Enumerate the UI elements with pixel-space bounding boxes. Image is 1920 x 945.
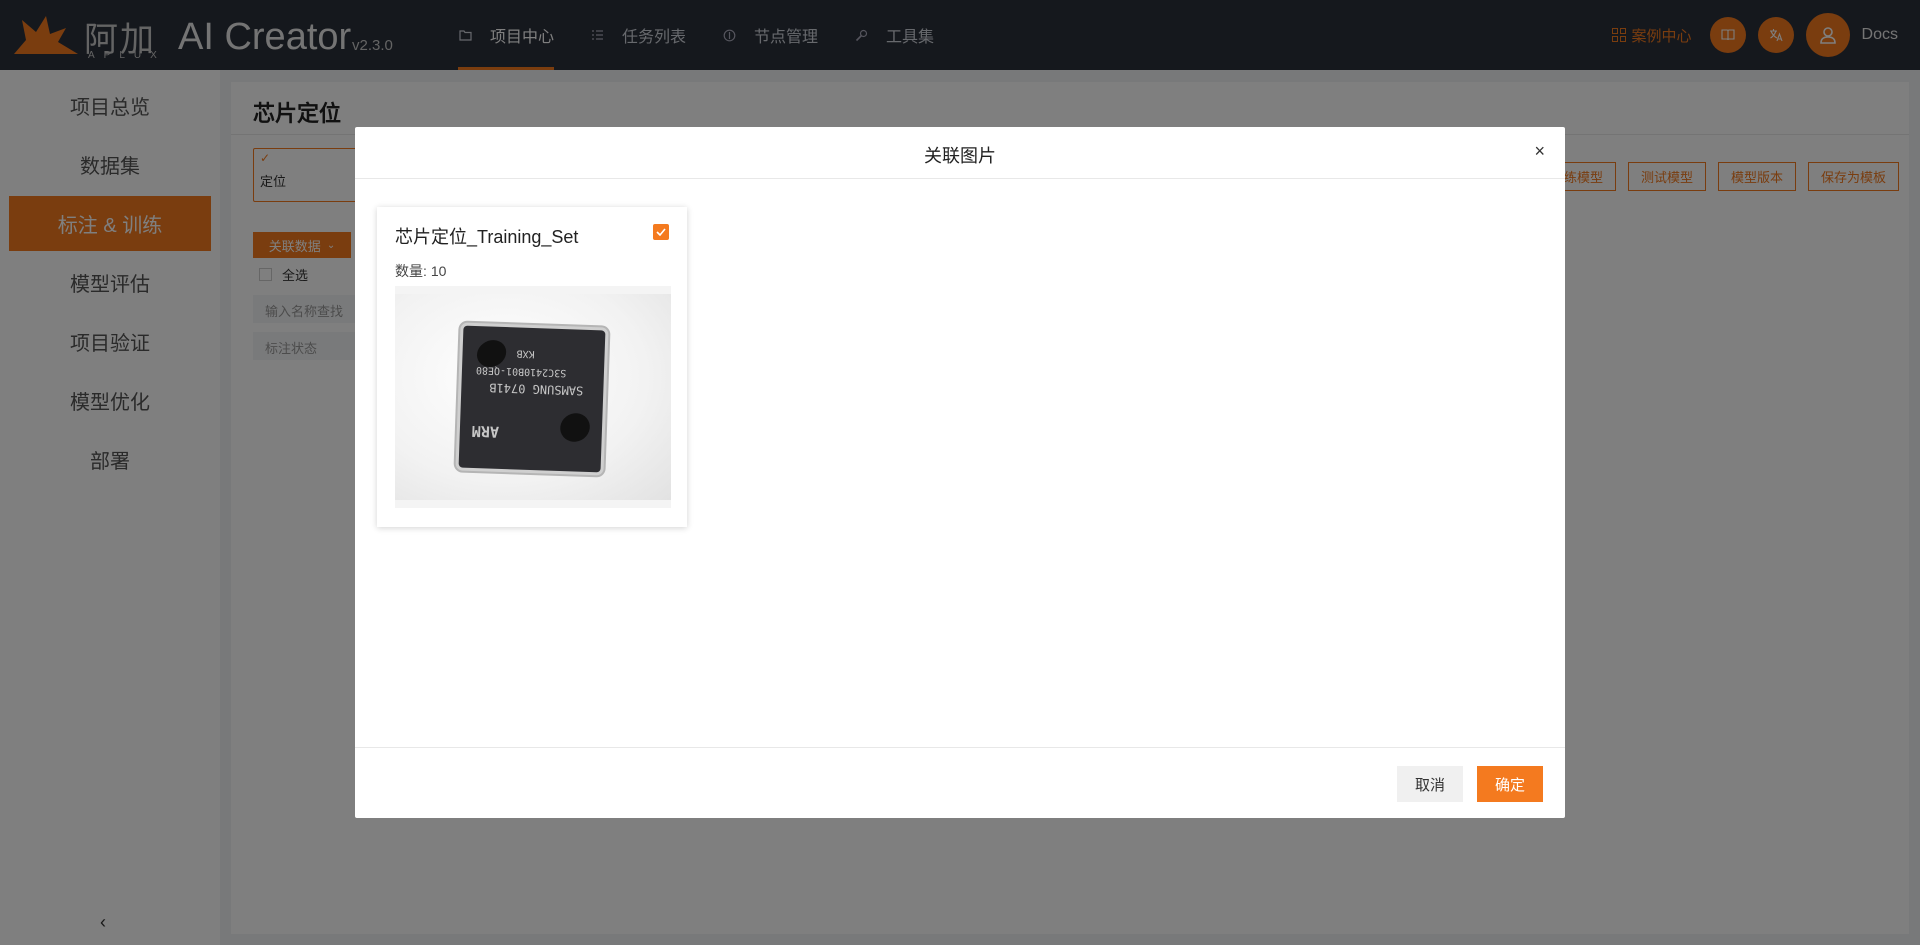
dataset-thumbnail: ARM SAMSUNG 0741B S3C2410B01-QE80 KXB: [395, 286, 671, 508]
chip-text: S3C2410B01-QE80: [475, 364, 567, 379]
count-label: 数量:: [395, 263, 427, 279]
chip-text: KXB: [516, 347, 535, 360]
dialog-title: 关联图片: [924, 146, 996, 166]
chip-photo: ARM SAMSUNG 0741B S3C2410B01-QE80 KXB: [395, 294, 671, 500]
chip-text: SAMSUNG 0741B: [489, 380, 584, 398]
count-value: 10: [430, 263, 447, 279]
dialog-footer: 取消 确定: [355, 747, 1565, 818]
check-icon: [656, 228, 666, 236]
cancel-button[interactable]: 取消: [1397, 766, 1463, 802]
dataset-name: 芯片定位_Training_Set: [395, 227, 579, 247]
close-icon[interactable]: ×: [1534, 141, 1545, 162]
chip-text: ARM: [471, 421, 500, 441]
dataset-checkbox[interactable]: [653, 224, 669, 240]
chip-blob: [555, 408, 595, 447]
link-images-dialog: 关联图片 × 芯片定位_Training_Set 数量: 10 ARM SAMSU…: [355, 127, 1565, 818]
confirm-button[interactable]: 确定: [1477, 766, 1543, 802]
dialog-header: 关联图片 ×: [355, 127, 1565, 179]
dataset-card[interactable]: 芯片定位_Training_Set 数量: 10 ARM SAMSUNG 0741…: [377, 207, 687, 527]
dataset-count: 数量: 10: [395, 261, 446, 281]
chip-image: ARM SAMSUNG 0741B S3C2410B01-QE80 KXB: [458, 325, 606, 473]
